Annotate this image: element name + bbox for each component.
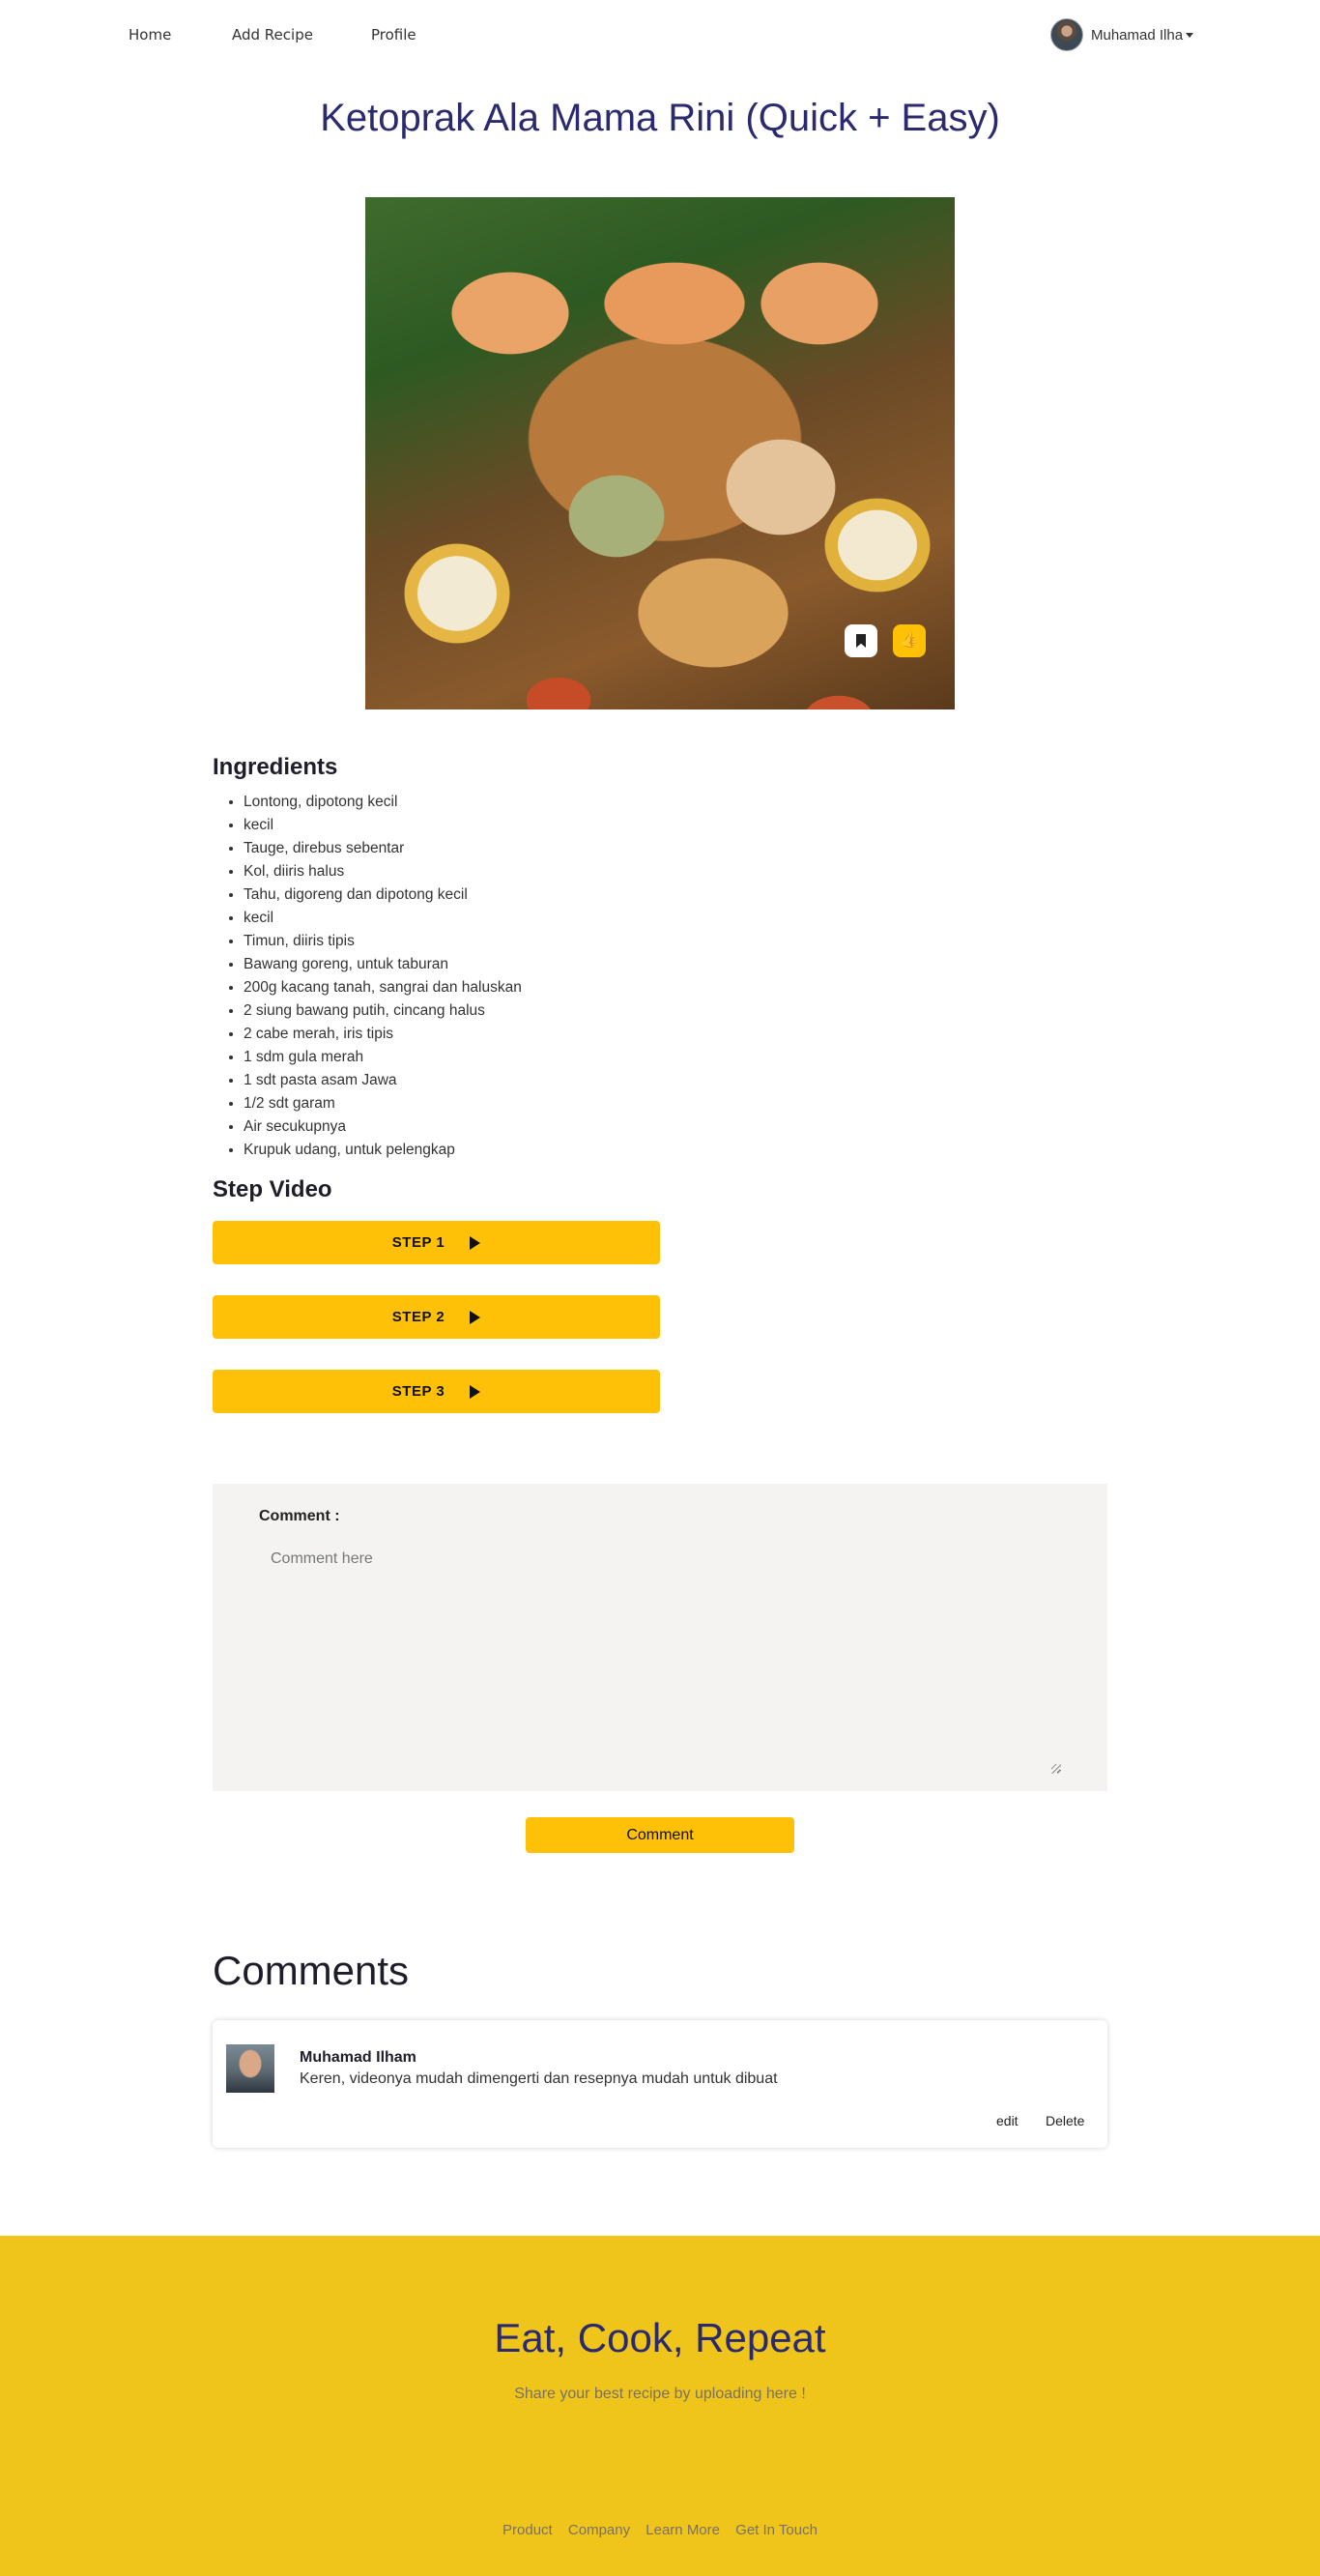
comment-label: Comment :: [259, 1508, 340, 1524]
step-3-button[interactable]: STEP 3: [213, 1370, 660, 1413]
ingredient-item: 2 siung bawang putih, cincang halus: [244, 999, 522, 1023]
ingredient-item: 1/2 sdt garam: [244, 1092, 522, 1115]
play-icon: [470, 1384, 481, 1399]
step-1-button[interactable]: STEP 1: [213, 1221, 660, 1264]
footer-link-get-in-touch[interactable]: Get In Touch: [735, 2522, 818, 2538]
comment-text: Keren, videonya mudah dimengerti dan res…: [300, 2070, 778, 2087]
user-menu-dropdown[interactable]: Muhamad Ilha: [1050, 17, 1194, 52]
bookmark-icon: [856, 634, 866, 648]
ingredient-item: Bawang goreng, untuk taburan: [244, 953, 522, 976]
footer-link-company[interactable]: Company: [568, 2522, 630, 2538]
ingredient-item: Kol, diiris halus: [244, 860, 522, 883]
ingredients-list: Lontong, dipotong kecil kecil Tauge, dir…: [244, 791, 522, 1162]
like-button[interactable]: 👍: [893, 624, 926, 657]
comment-submit-button[interactable]: Comment: [526, 1817, 794, 1853]
nav-add-recipe-link[interactable]: Add Recipe: [232, 26, 313, 43]
ingredient-item: Krupuk udang, untuk pelengkap: [244, 1139, 522, 1162]
recipe-title: Ketoprak Ala Mama Rini (Quick + Easy): [320, 97, 1000, 139]
edit-comment-button[interactable]: edit: [996, 2113, 1019, 2128]
navbar: Home Add Recipe Profile Muhamad Ilha: [0, 0, 1320, 70]
step-video-heading: Step Video: [213, 1176, 332, 1202]
nav-profile-link[interactable]: Profile: [371, 26, 416, 43]
footer-title: Eat, Cook, Repeat: [494, 2315, 826, 2360]
comment-card: Muhamad Ilham Keren, videonya mudah dime…: [213, 2020, 1107, 2148]
comments-heading: Comments: [213, 1948, 410, 1993]
recipe-image: 👍: [365, 197, 955, 709]
avatar: [226, 2044, 274, 2093]
nav-home-link[interactable]: Home: [129, 26, 171, 43]
ingredient-item: kecil: [244, 814, 522, 837]
footer-subtitle: Share your best recipe by uploading here…: [514, 2386, 806, 2402]
ingredient-item: 1 sdm gula merah: [244, 1046, 522, 1069]
resize-handle-icon[interactable]: [1051, 1764, 1061, 1774]
ingredients-heading: Ingredients: [213, 754, 338, 780]
footer: Eat, Cook, Repeat Share your best recipe…: [0, 2236, 1320, 2576]
step-label: STEP 3: [391, 1383, 445, 1400]
ingredient-item: 200g kacang tanah, sangrai dan haluskan: [244, 976, 522, 999]
ingredient-item: Timun, diiris tipis: [244, 930, 522, 953]
footer-link-product[interactable]: Product: [502, 2522, 553, 2538]
play-icon: [470, 1310, 481, 1324]
comment-form: Comment :: [213, 1484, 1107, 1791]
ingredient-item: Tauge, direbus sebentar: [244, 837, 522, 860]
play-icon: [470, 1235, 481, 1250]
step-label: STEP 1: [391, 1234, 445, 1251]
ingredient-item: Air secukupnya: [244, 1115, 522, 1139]
delete-comment-button[interactable]: Delete: [1046, 2113, 1084, 2128]
thumbs-up-icon: 👍: [900, 632, 919, 649]
step-label: STEP 2: [391, 1309, 445, 1325]
ingredient-item: Tahu, digoreng dan dipotong kecil: [244, 883, 522, 907]
comment-input[interactable]: [259, 1537, 1061, 1774]
ingredient-item: 1 sdt pasta asam Jawa: [244, 1069, 522, 1092]
footer-links: Product Company Learn More Get In Touch: [0, 2522, 1320, 2538]
footer-link-learn-more[interactable]: Learn More: [646, 2522, 720, 2538]
step-2-button[interactable]: STEP 2: [213, 1295, 660, 1339]
ingredient-item: Lontong, dipotong kecil: [244, 791, 522, 814]
caret-down-icon: [1186, 32, 1194, 38]
ingredient-item: 2 cabe merah, iris tipis: [244, 1023, 522, 1046]
user-avatar: [1050, 18, 1083, 51]
ingredient-item: kecil: [244, 907, 522, 930]
bookmark-button[interactable]: [845, 624, 877, 657]
comment-author: Muhamad Ilham: [300, 2049, 416, 2066]
user-name: Muhamad Ilha: [1091, 26, 1184, 43]
